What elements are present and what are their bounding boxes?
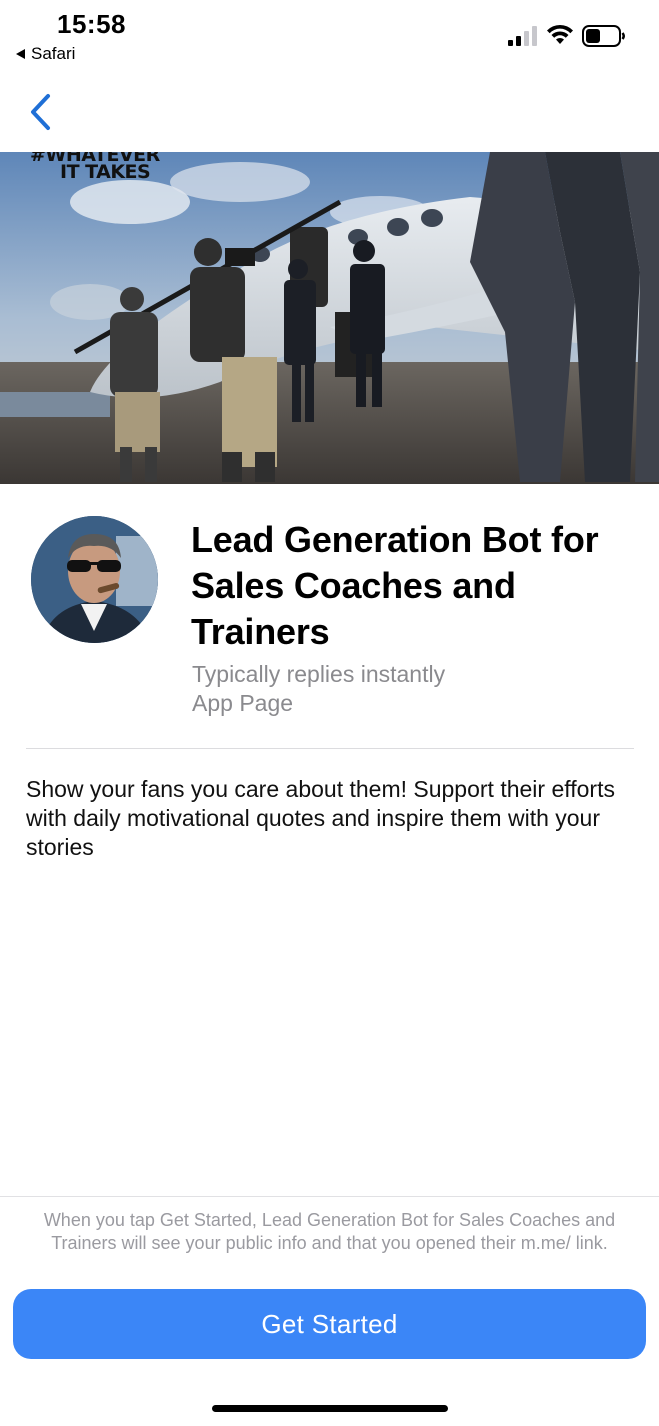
- status-bar: 15:58 Safari: [0, 0, 659, 80]
- chevron-left-icon[interactable]: [26, 90, 56, 134]
- footer-divider: [0, 1196, 659, 1197]
- home-indicator[interactable]: [212, 1405, 448, 1412]
- profile-avatar: [31, 516, 158, 643]
- cover-slogan: #WHATEVER IT TAKES: [30, 152, 160, 183]
- privacy-notice: When you tap Get Started, Lead Generatio…: [43, 1210, 616, 1253]
- page-category-text: App Page: [192, 690, 294, 716]
- bot-description: Show your fans you care about them! Supp…: [26, 776, 615, 860]
- cover-photo-illustration: [0, 152, 659, 484]
- battery-icon: [582, 25, 625, 47]
- status-time: 15:58: [57, 9, 126, 39]
- divider: [26, 748, 634, 749]
- back-triangle-icon: [16, 49, 25, 59]
- cover-photo: #WHATEVER IT TAKES: [0, 152, 659, 484]
- response-time-text: Typically replies instantly: [192, 661, 446, 687]
- wifi-icon: [547, 24, 573, 44]
- back-app-label: Safari: [31, 44, 76, 63]
- messenger-bot-welcome-screen: 15:58 Safari #WHATEVER IT TAKES Lead Gen…: [0, 0, 659, 1426]
- back-to-safari-link[interactable]: Safari: [16, 44, 75, 64]
- cellular-signal-icon: [508, 26, 537, 46]
- get-started-button[interactable]: Get Started: [13, 1289, 646, 1359]
- page-title: Lead Generation Bot for Sales Coaches an…: [191, 519, 599, 652]
- cover-slogan-line-2: IT TAKES: [60, 161, 151, 183]
- avatar-illustration: [31, 516, 158, 643]
